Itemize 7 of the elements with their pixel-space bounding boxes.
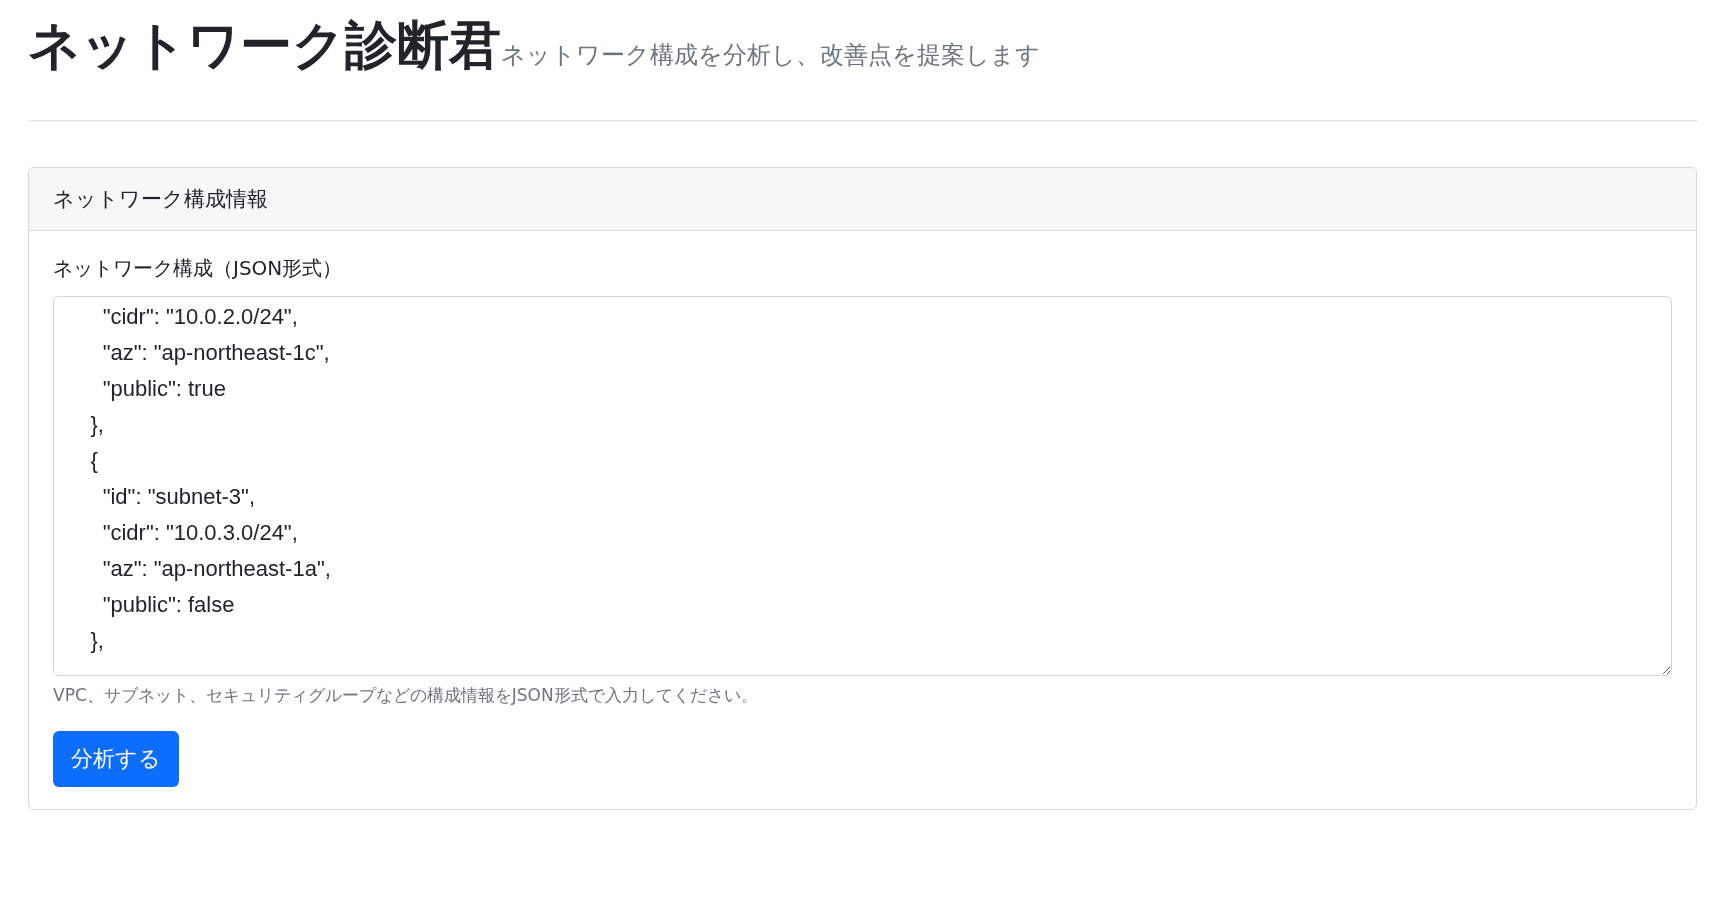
field-label: ネットワーク構成（JSON形式） (53, 254, 343, 282)
help-text: VPC、サブネット、セキュリティグループなどの構成情報をJSON形式で入力してください。 (53, 683, 758, 707)
analyze-button[interactable]: 分析する (53, 730, 179, 787)
page-subtitle: ネットワーク構成を分析し、改善点を提案します (501, 40, 1040, 71)
card-header: ネットワーク構成情報 (29, 167, 1696, 231)
page-title: ネットワーク診断君 (28, 14, 501, 77)
json-input-field[interactable]: "cidr": "10.0.2.0/24", "az": "ap-northeast-1c", "public": true }, { "id": "subnet-3", "cidr": "10.0.3.0/24", "az": "ap-northeast-1a", "public": false }, (53, 295, 1672, 676)
